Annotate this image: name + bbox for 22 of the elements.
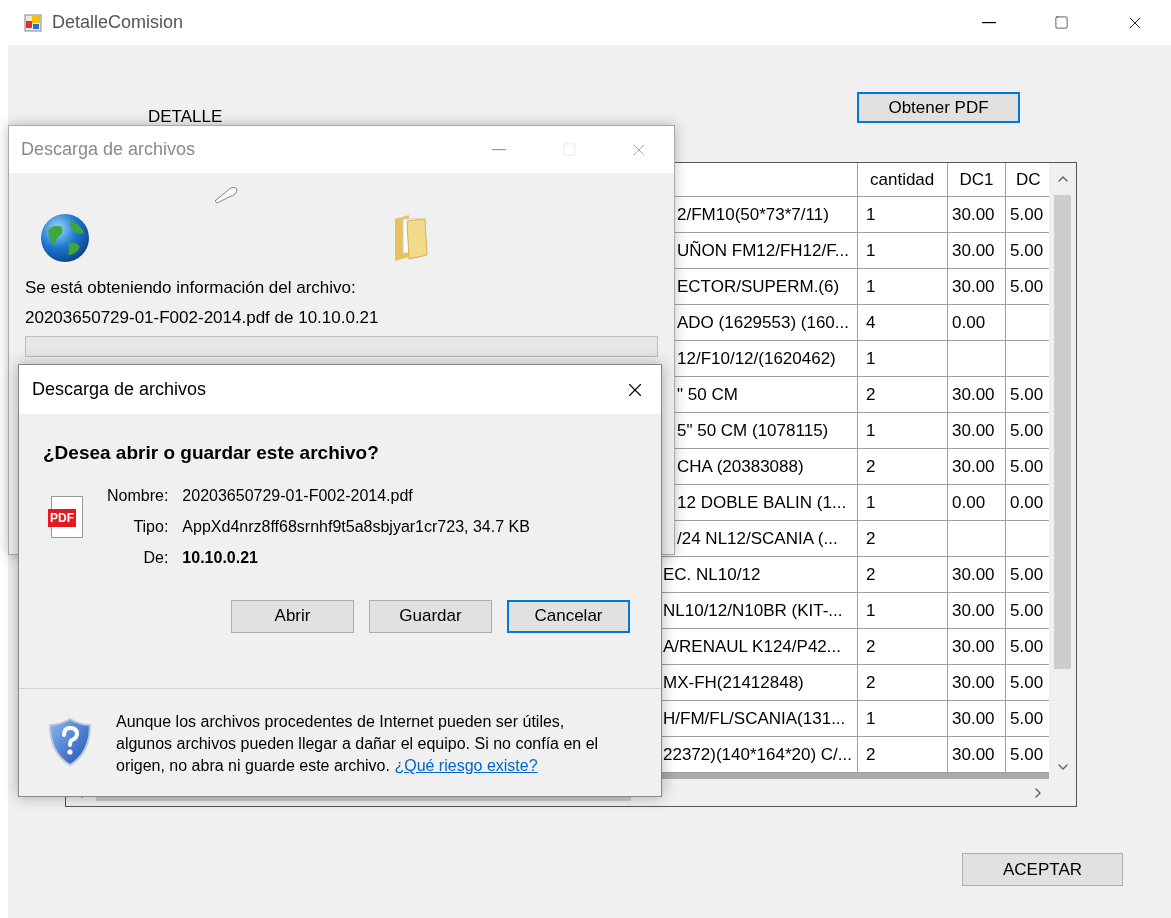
minimize-icon [492, 148, 506, 151]
scroll-thumb[interactable] [1054, 195, 1071, 669]
dialog-title: Descarga de archivos [21, 138, 196, 161]
security-shield-icon [48, 717, 92, 767]
pdf-label: PDF [48, 508, 76, 527]
field-value: 20203650729-01-F002-2014.pdf [182, 485, 414, 506]
dialog-button[interactable]: Abrir [231, 599, 354, 633]
vertical-scrollbar[interactable] [1049, 163, 1076, 779]
app-icon [24, 13, 42, 32]
accept-button[interactable]: ACEPTAR [962, 853, 1123, 886]
window-title: DetalleComision [52, 11, 184, 34]
table-cell: 2 [858, 737, 948, 773]
minimize-icon [981, 21, 996, 24]
risk-link[interactable]: ¿Qué riesgo existe? [394, 757, 538, 774]
dialog-button[interactable]: Guardar [369, 599, 492, 633]
maximize-icon [1054, 15, 1069, 30]
field-label: Nombre: [107, 485, 169, 506]
globe-icon [40, 213, 90, 263]
section-label: DETALLE [148, 106, 223, 128]
table-cell: 30.00 [948, 737, 1006, 773]
get-pdf-button[interactable]: Obtener PDF [857, 92, 1020, 123]
dialog-button[interactable]: Cancelar [507, 599, 630, 633]
